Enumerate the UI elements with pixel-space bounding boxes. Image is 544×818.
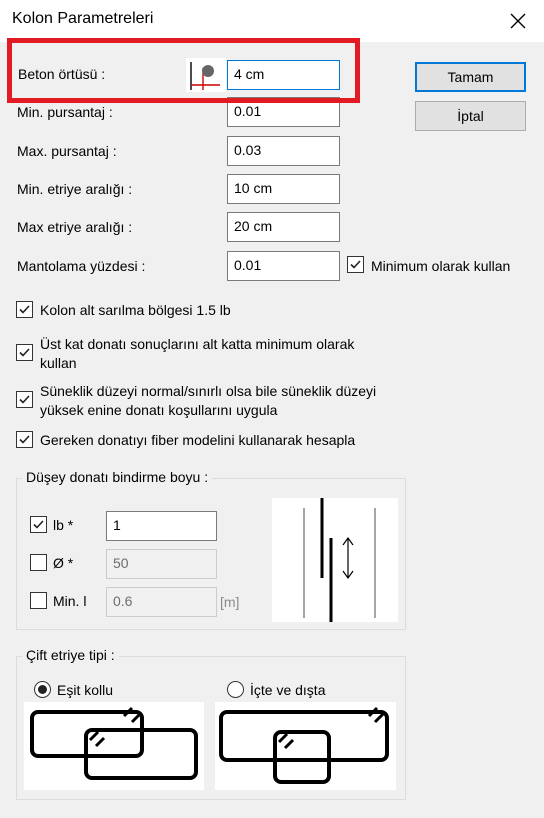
ust-kat-checkbox[interactable] [16, 344, 33, 361]
max-pursantaj-label: Max. pursantaj : [17, 143, 117, 159]
ok-button[interactable]: Tamam [415, 62, 526, 92]
cancel-button[interactable]: İptal [415, 101, 526, 131]
fiber-checkbox[interactable] [16, 431, 33, 448]
ust-kat-label-line2: kullan [40, 355, 77, 371]
red-highlight-box [7, 38, 360, 103]
check-icon [19, 435, 30, 444]
ust-kat-label-line1: Üst kat donatı sonuçlarını alt katta min… [40, 336, 355, 352]
check-icon [19, 305, 30, 314]
close-button[interactable] [498, 2, 538, 38]
check-icon [350, 260, 361, 269]
mantolama-input[interactable]: 0.01 [227, 251, 340, 281]
min-l-label: Min. l [53, 593, 87, 609]
lap-splice-illustration [272, 498, 398, 622]
unit-label: [m] [220, 594, 240, 610]
min-etriye-input[interactable]: 10 cm [227, 174, 340, 204]
fiber-label: Gereken donatıyı fiber modelini kullanar… [40, 432, 356, 448]
check-icon [19, 395, 30, 404]
bindirme-group-title: Düşey donatı bindirme boyu : [22, 469, 213, 485]
window-title: Kolon Parametreleri [12, 10, 154, 27]
suneklik-label-line2: yüksek enine donatı koşullarını uygula [40, 402, 278, 418]
max-etriye-input[interactable]: 20 cm [227, 212, 340, 242]
phi-input[interactable]: 50 [106, 549, 217, 579]
kolon-alt-checkbox[interactable] [16, 301, 33, 318]
phi-checkbox[interactable] [30, 554, 47, 571]
close-icon [510, 13, 526, 29]
esit-kollu-radio[interactable] [34, 681, 51, 698]
minimum-kullan-checkbox[interactable] [347, 256, 364, 273]
etriye-group-title: Çift etriye tipi : [22, 647, 119, 663]
phi-label: Ø * [53, 555, 74, 571]
check-icon [33, 520, 44, 529]
min-l-input[interactable]: 0.6 [106, 587, 217, 617]
suneklik-checkbox[interactable] [16, 391, 33, 408]
minimum-kullan-label: Minimum olarak kullan [371, 258, 511, 274]
lb-input[interactable]: 1 [106, 511, 217, 541]
esit-kollu-label: Eşit kollu [57, 682, 114, 698]
kolon-alt-label: Kolon alt sarılma bölgesi 1.5 lb [40, 302, 231, 318]
mantolama-label: Mantolama yüzdesi : [17, 258, 146, 274]
esit-kollu-illustration [24, 702, 204, 790]
radio-selected-dot [38, 685, 47, 694]
max-pursantaj-input[interactable]: 0.03 [227, 136, 340, 166]
max-etriye-label: Max etriye aralığı : [17, 219, 133, 235]
lb-label: lb * [53, 517, 74, 533]
lb-checkbox[interactable] [30, 516, 47, 533]
min-etriye-label: Min. etriye aralığı : [17, 181, 133, 197]
min-pursantaj-label: Min. pursantaj : [17, 104, 113, 120]
suneklik-label-line1: Süneklik düzeyi normal/sınırlı olsa bile… [40, 383, 377, 399]
min-l-checkbox[interactable] [30, 592, 47, 609]
icte-dista-illustration [215, 702, 396, 790]
icte-dista-label: İçte ve dışta [250, 682, 326, 698]
icte-dista-radio[interactable] [227, 681, 244, 698]
check-icon [19, 348, 30, 357]
